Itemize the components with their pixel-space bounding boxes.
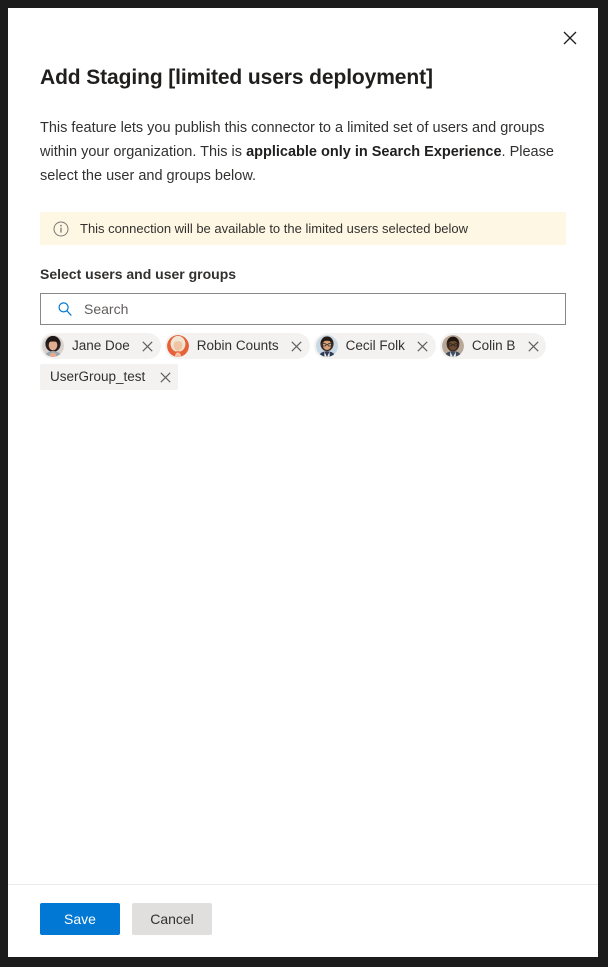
remove-icon-button[interactable] [522, 335, 544, 357]
selected-items-list: Jane Doe Robin Counts Cecil Folk Colin B… [40, 333, 566, 390]
intro-paragraph: This feature lets you publish this conne… [40, 92, 566, 188]
search-input[interactable] [84, 301, 557, 317]
avatar [42, 335, 64, 357]
remove-icon-button[interactable] [412, 335, 434, 357]
list-item[interactable]: UserGroup_test [40, 364, 179, 390]
avatar [166, 335, 189, 357]
list-item[interactable]: Jane Doe [40, 333, 161, 359]
list-item-label: Jane Doe [72, 338, 130, 353]
info-message-bar: This connection will be available to the… [40, 212, 566, 245]
info-message-text: This connection will be available to the… [80, 220, 469, 236]
search-icon [57, 301, 73, 317]
add-staging-panel: Add Staging [limited users deployment] T… [8, 8, 598, 957]
list-item-label: UserGroup_test [50, 369, 146, 384]
close-icon [142, 340, 153, 352]
list-item[interactable]: Colin B [439, 333, 547, 359]
avatar [441, 335, 464, 357]
picker-label: Select users and user groups [40, 266, 237, 282]
save-button[interactable]: Save [40, 903, 120, 935]
search-box[interactable] [40, 293, 566, 325]
cancel-button[interactable]: Cancel [132, 903, 212, 935]
list-item[interactable]: Cecil Folk [313, 333, 436, 359]
intro-emphasis: applicable only in Search Experience [246, 144, 502, 160]
avatar [315, 335, 338, 357]
close-icon [291, 340, 302, 352]
close-icon [417, 340, 428, 352]
panel-footer: Save Cancel [8, 884, 598, 957]
info-circle-icon [53, 221, 69, 237]
list-item-label: Cecil Folk [345, 338, 405, 353]
remove-icon-button[interactable] [286, 335, 308, 357]
remove-icon-button[interactable] [154, 366, 176, 388]
list-item[interactable]: Robin Counts [164, 333, 310, 359]
close-icon [528, 340, 539, 352]
panel-body: Add Staging [limited users deployment] T… [8, 8, 598, 884]
list-item-label: Robin Counts [196, 338, 279, 353]
remove-icon-button[interactable] [137, 335, 159, 357]
list-item-label: Colin B [471, 338, 516, 353]
page-title: Add Staging [limited users deployment] [40, 66, 433, 89]
close-icon [160, 371, 171, 383]
